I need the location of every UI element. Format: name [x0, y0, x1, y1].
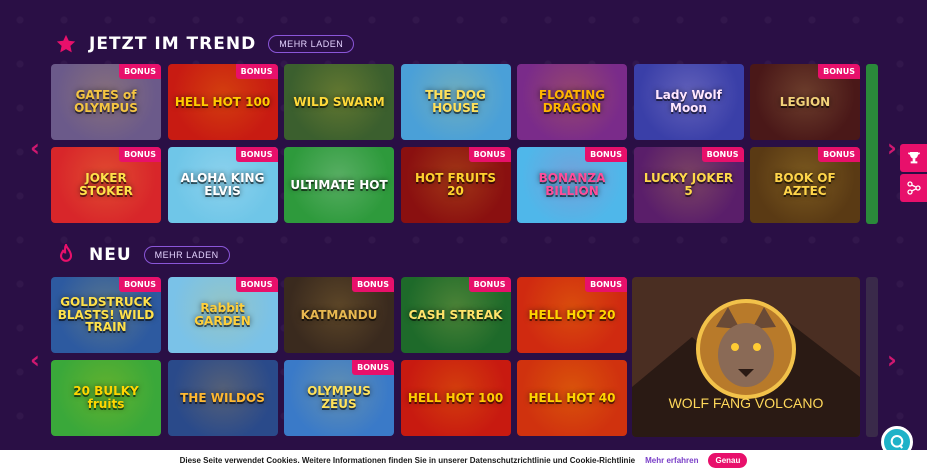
game-tile[interactable]: Lady Wolf Moon — [633, 64, 744, 140]
network-button[interactable] — [900, 174, 927, 202]
game-name: LEGION — [779, 94, 831, 109]
bonus-badge: BONUS — [468, 147, 511, 162]
game-name: THE DOG HOUSE — [425, 88, 486, 115]
game-name: GATES of OLYMPUS — [74, 88, 138, 115]
bonus-badge: BONUS — [235, 277, 278, 292]
network-icon — [906, 181, 921, 195]
game-name: LUCKY JOKER 5 — [643, 171, 734, 198]
game-tile[interactable]: LUCKY JOKER 5 BONUS — [633, 147, 744, 223]
section-header-trend: JETZT IM TREND MEHR LADEN — [55, 33, 355, 55]
cookie-banner: Diese Seite verwendet Cookies. Weitere I… — [0, 450, 927, 470]
game-tile[interactable]: BOOK OF AZTEC BONUS — [750, 147, 860, 223]
fire-icon — [55, 244, 77, 266]
chevron-right-icon[interactable]: › — [884, 346, 900, 374]
more-button-new[interactable]: MEHR LADEN — [143, 246, 230, 264]
game-tile[interactable]: HELL HOT 20 BONUS — [517, 277, 627, 353]
trophy-button[interactable] — [900, 144, 927, 172]
game-tile[interactable]: GATES of OLYMPUS BONUS — [51, 64, 161, 140]
game-name: ULTIMATE HOT — [290, 177, 388, 192]
game-name: HELL HOT 100 — [174, 94, 271, 109]
game-name: CASH STREAK — [408, 307, 503, 322]
game-name: FLOATING DRAGON — [538, 88, 606, 115]
section-title-new: NEU — [89, 245, 132, 265]
game-tile[interactable]: ALOHA KING ELVIS BONUS — [167, 147, 278, 223]
more-button-trend[interactable]: MEHR LADEN — [268, 35, 355, 53]
game-tile[interactable]: FLOATING DRAGON — [517, 64, 627, 140]
game-name: BOOK OF AZTEC — [774, 171, 836, 198]
bonus-badge: BONUS — [468, 277, 511, 292]
bonus-badge: BONUS — [585, 147, 627, 162]
game-name: OLYMPUS ZEUS — [307, 384, 371, 411]
game-tile[interactable]: HOT FRUITS 20 BONUS — [400, 147, 511, 223]
cookie-more-link[interactable]: Mehr erfahren — [645, 456, 698, 465]
game-name: HELL HOT 20 — [528, 307, 616, 322]
game-tile[interactable]: HELL HOT 40 — [517, 360, 627, 436]
chevron-left-icon[interactable]: ‹ — [27, 346, 43, 374]
game-tile[interactable]: KATMANDU BONUS — [284, 277, 394, 353]
star-icon — [55, 33, 77, 55]
featured-game-tile[interactable]: WOLF FANG VOLCANO — [632, 277, 860, 437]
game-name: Lady Wolf Moon — [655, 88, 722, 115]
next-tile-peek — [866, 64, 878, 224]
bonus-badge: BONUS — [352, 277, 394, 292]
game-name: HELL HOT 40 — [528, 390, 616, 405]
game-tile[interactable]: BONANZA BILLION BONUS — [517, 147, 627, 223]
game-tile[interactable]: JOKER STOKER BONUS — [51, 147, 161, 223]
game-name: BONANZA BILLION — [538, 171, 606, 198]
section-title-trend: JETZT IM TREND — [89, 34, 257, 54]
bonus-badge: BONUS — [119, 277, 161, 292]
game-name: ALOHA KING ELVIS — [180, 171, 265, 198]
bonus-badge: BONUS — [119, 147, 161, 162]
bonus-badge: BONUS — [585, 277, 627, 292]
chat-icon — [890, 435, 904, 449]
game-tile[interactable]: GOLDSTRUCK BLASTS! WILD TRAIN BONUS — [51, 277, 161, 353]
game-tile[interactable]: HELL HOT 100 BONUS — [167, 64, 278, 140]
bonus-badge: BONUS — [818, 64, 860, 79]
game-name: THE WILDOS — [180, 390, 265, 405]
trophy-icon — [907, 152, 920, 164]
game-tile[interactable]: OLYMPUS ZEUS BONUS — [284, 360, 394, 436]
chevron-left-icon[interactable]: ‹ — [27, 134, 43, 162]
game-tile[interactable]: ULTIMATE HOT — [284, 147, 394, 223]
section-header-new: NEU MEHR LADEN — [55, 244, 230, 266]
game-tile[interactable]: WILD SWARM — [284, 64, 394, 140]
bonus-badge: BONUS — [818, 147, 860, 162]
game-name: HELL HOT 100 — [407, 390, 504, 405]
game-tile[interactable]: 20 BULKY fruits — [51, 360, 161, 436]
bonus-badge: BONUS — [235, 64, 278, 79]
game-name: KATMANDU — [300, 307, 378, 322]
game-name: JOKER STOKER — [79, 171, 133, 198]
game-tile[interactable]: THE WILDOS — [167, 360, 278, 436]
bonus-badge: BONUS — [352, 360, 394, 375]
game-name: Rabbit GARDEN — [194, 301, 251, 328]
next-tile-peek — [866, 277, 878, 437]
wolf-icon — [632, 277, 860, 437]
game-name: GOLDSTRUCK BLASTS! WILD TRAIN — [57, 295, 155, 335]
game-tile[interactable]: THE DOG HOUSE — [400, 64, 511, 140]
bonus-badge: BONUS — [119, 64, 161, 79]
bonus-badge: BONUS — [701, 147, 744, 162]
game-name: 20 BULKY fruits — [73, 384, 139, 411]
cookie-accept-button[interactable]: Genau — [708, 452, 748, 468]
chevron-right-icon[interactable]: › — [884, 134, 900, 162]
game-tile[interactable]: CASH STREAK BONUS — [400, 277, 511, 353]
featured-game-name: WOLF FANG VOLCANO — [668, 395, 824, 411]
cookie-text: Diese Seite verwendet Cookies. Weitere I… — [179, 455, 636, 465]
game-tile[interactable]: Rabbit GARDEN BONUS — [167, 277, 278, 353]
game-name: HOT FRUITS 20 — [414, 171, 497, 198]
bonus-badge: BONUS — [235, 147, 278, 162]
game-tile[interactable]: HELL HOT 100 — [400, 360, 511, 436]
game-name: WILD SWARM — [293, 94, 385, 109]
game-tile[interactable]: LEGION BONUS — [750, 64, 860, 140]
